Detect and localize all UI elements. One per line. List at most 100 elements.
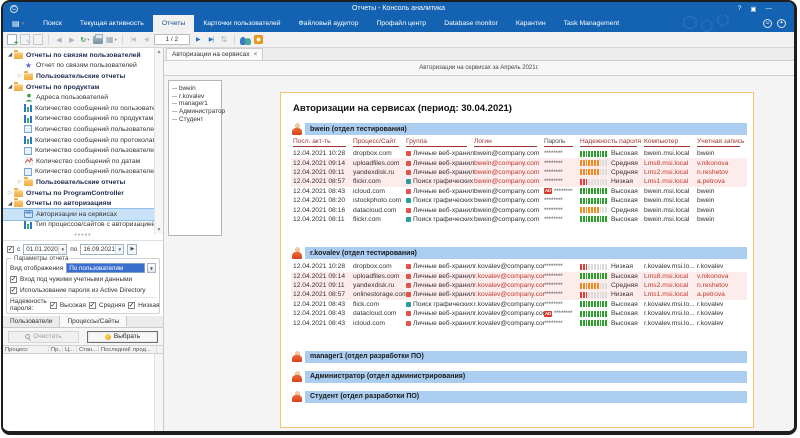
tree-item-количество-сообщений-пользователей-по-пр[interactable]: Количество сообщений пользователей по пр… bbox=[3, 145, 163, 156]
section-user-bar[interactable]: r.kovalev (отдел тестирования) bbox=[305, 247, 747, 259]
ribbon-tab-текущая-активность[interactable]: Текущая активность bbox=[71, 15, 153, 32]
strength-средняя-checkbox[interactable]: ✓ bbox=[89, 302, 96, 309]
expand-arrow-icon[interactable]: ▷ bbox=[16, 73, 24, 79]
menu-button[interactable]: ▤▾ bbox=[3, 15, 34, 32]
date-to-input[interactable]: 16.09.2021▼ bbox=[80, 244, 124, 255]
section-user-bar[interactable]: manager1 (отдел разработки ПО) bbox=[305, 351, 747, 363]
tree-item-авторизации-на-сервисах[interactable]: Авторизации на сервисах bbox=[3, 209, 163, 220]
folder-icon bbox=[14, 190, 23, 197]
date-from-input[interactable]: 01.01.2020▼ bbox=[23, 244, 67, 255]
grid-column-5[interactable]: прод... bbox=[131, 346, 157, 353]
ribbon-tab-файловый-аудитор[interactable]: Файловый аудитор bbox=[290, 15, 368, 32]
section-user-bar[interactable]: Администратор (отдел администрирования) bbox=[305, 371, 747, 383]
tree-item-количество-сообщений-пользователей-по-да[interactable]: Количество сообщений пользователей по да… bbox=[3, 167, 163, 178]
chevron-down-icon[interactable]: ▼ bbox=[58, 245, 66, 254]
user-list-item[interactable]: bwein bbox=[172, 85, 221, 93]
tree-item-отчеты-по-programcontroller[interactable]: ▷Отчеты по ProgramController bbox=[3, 188, 163, 199]
grid-column-2[interactable]: Ц... bbox=[63, 346, 77, 353]
sort-icon[interactable]: ⇅ bbox=[219, 34, 229, 46]
tree-item-количество-сообщений-пользователей-по-пр[interactable]: Количество сообщений пользователей по пр… bbox=[3, 124, 163, 135]
tree-item-label: Адреса пользователей bbox=[36, 94, 108, 101]
ribbon-tab-карточки-пользователей[interactable]: Карточки пользователей bbox=[194, 15, 289, 32]
column-header: Логин bbox=[474, 138, 544, 147]
view-mode-select[interactable]: По пользователям bbox=[66, 263, 145, 273]
grid-column-3[interactable]: Стан... bbox=[77, 346, 99, 353]
grid-column-1[interactable]: Пр... bbox=[49, 346, 63, 353]
maximize-button[interactable]: ▣ bbox=[750, 5, 756, 13]
export-icon[interactable]: ↻▾ bbox=[80, 34, 90, 46]
section-user-bar[interactable]: Студент (отдел разработки ПО) bbox=[305, 391, 747, 403]
close-icon[interactable]: × bbox=[254, 51, 258, 58]
tree-item-пользовательские-отчеты[interactable]: ▷Пользовательские отчеты bbox=[3, 177, 163, 188]
tree-item-отчеты-по-авторизациям[interactable]: ◢Отчеты по авторизациям bbox=[3, 198, 163, 209]
tree-item-количество-сообщений-по-датам[interactable]: Количество сообщений по датам bbox=[3, 156, 163, 167]
tree-item-количество-сообщений-по-протоколам[interactable]: Количество сообщений по протоколам bbox=[3, 135, 163, 146]
chevron-down-icon[interactable]: ▼ bbox=[115, 245, 123, 254]
tree-item-пользовательские-отчеты[interactable]: ▷Пользовательские отчеты bbox=[3, 71, 163, 82]
ribbon-tab-профайл-центр[interactable]: Профайл центр bbox=[367, 15, 435, 32]
print-icon[interactable] bbox=[93, 34, 103, 46]
user-list-item[interactable]: r.kovalev bbox=[172, 93, 221, 101]
feedback-icon[interactable]: ☺ bbox=[763, 19, 772, 28]
prev-page-icon[interactable]: ◀ bbox=[141, 34, 151, 46]
tree-scrollbar[interactable]: ▲▼ bbox=[154, 48, 163, 234]
delete-report-icon[interactable] bbox=[33, 34, 43, 45]
strength-bars bbox=[580, 216, 608, 222]
computer-cell: bwein.msi.local bbox=[644, 197, 697, 204]
ribbon-tab-карантин[interactable]: Карантин bbox=[507, 15, 555, 32]
next-page-icon[interactable]: ▶ bbox=[193, 34, 203, 46]
report-settings-icon[interactable] bbox=[254, 34, 264, 46]
new-report-icon[interactable]: + bbox=[7, 34, 17, 45]
tree-item-тип-процессов-сайтов-с-авторизацией[interactable]: Тип процессов/сайтов с авторизацией bbox=[3, 220, 163, 231]
forward-icon[interactable]: ▶ bbox=[67, 34, 77, 46]
login-cell: bwein@company.com bbox=[474, 188, 544, 195]
tree-item-отчеты-по-связям-пользователей[interactable]: ◢Отчеты по связям пользователей bbox=[3, 50, 163, 61]
expand-arrow-icon[interactable]: ▷ bbox=[6, 190, 14, 196]
user-list-panel: bweinr.kovalevmanager1АдминистраторСтуде… bbox=[168, 80, 222, 236]
back-icon[interactable]: ◀ bbox=[54, 34, 64, 46]
help-button[interactable]: ? bbox=[738, 5, 742, 13]
minimize-button[interactable]: — bbox=[766, 5, 773, 13]
date-apply-button[interactable]: ▶ bbox=[127, 244, 137, 255]
tree-item-адреса-пользователей[interactable]: Адреса пользователей bbox=[3, 92, 163, 103]
grid-column-0[interactable]: Процесс bbox=[3, 346, 49, 353]
foreign-credentials-checkbox[interactable]: ✓ bbox=[10, 276, 17, 283]
tree-item-количество-сообщений-по-продуктам[interactable]: Количество сообщений по продуктам bbox=[3, 114, 163, 125]
collapse-arrow-icon[interactable]: ◢ bbox=[6, 84, 14, 90]
pane-splitter[interactable]: ••••• bbox=[3, 234, 163, 241]
settings-circle-icon[interactable]: ✦ bbox=[777, 19, 786, 28]
tab-процессы-сайты[interactable]: Процессы/Сайты bbox=[60, 316, 127, 327]
document-tab[interactable]: Авторизации на сервисах × bbox=[166, 48, 263, 60]
tree-item-количество-сообщений-по-пользователям[interactable]: Количество сообщений по пользователям bbox=[3, 103, 163, 114]
collapse-arrow-icon[interactable]: ◢ bbox=[6, 52, 14, 58]
chevron-down-icon[interactable]: ▼ bbox=[147, 263, 156, 273]
strength-низкая-checkbox[interactable]: ✓ bbox=[128, 302, 135, 309]
select-button[interactable]: Выбрать bbox=[87, 331, 158, 343]
clear-button[interactable]: Очистить bbox=[8, 331, 79, 343]
layout-icon[interactable]: ▦▾ bbox=[106, 34, 117, 46]
strength-высокая-checkbox[interactable]: ✓ bbox=[50, 302, 57, 309]
site-cell: yandexdisk.ru bbox=[353, 169, 406, 176]
page-indicator[interactable]: 1 / 2 bbox=[154, 34, 190, 45]
expand-arrow-icon[interactable]: ▷ bbox=[16, 179, 24, 185]
tab-пользователи[interactable]: Пользователи bbox=[3, 316, 60, 327]
user-list-item[interactable]: manager1 bbox=[172, 100, 221, 108]
users-icon[interactable] bbox=[240, 34, 251, 46]
ribbon-tab-database-monitor[interactable]: Database monitor bbox=[435, 15, 507, 32]
edit-report-icon[interactable]: ✎ bbox=[20, 34, 30, 45]
ribbon-tab-отчеты[interactable]: Отчеты bbox=[153, 15, 195, 32]
section-user-bar[interactable]: bwein (отдел тестирования) bbox=[305, 123, 747, 135]
grid-scrollbar[interactable] bbox=[154, 354, 163, 431]
computer-cell: bwein.msi.local bbox=[644, 207, 697, 214]
ad-password-checkbox[interactable]: ✓ bbox=[10, 287, 17, 294]
user-list-item[interactable]: Администратор bbox=[172, 108, 221, 116]
tree-item-отчет-по-связям-пользователей[interactable]: Отчет по связям пользователей bbox=[3, 61, 163, 72]
tree-item-отчеты-по-продуктам[interactable]: ◢Отчеты по продуктам bbox=[3, 82, 163, 93]
first-page-icon[interactable]: |◀ bbox=[128, 34, 138, 46]
date-filter-checkbox[interactable]: ✓ bbox=[7, 246, 14, 253]
collapse-arrow-icon[interactable]: ◢ bbox=[6, 201, 14, 207]
user-list-item[interactable]: Студент bbox=[172, 115, 221, 123]
ribbon-tab-поиск[interactable]: Поиск bbox=[34, 15, 71, 32]
last-page-icon[interactable]: ▶| bbox=[206, 34, 216, 46]
grid-column-4[interactable]: Последний... bbox=[99, 346, 131, 353]
